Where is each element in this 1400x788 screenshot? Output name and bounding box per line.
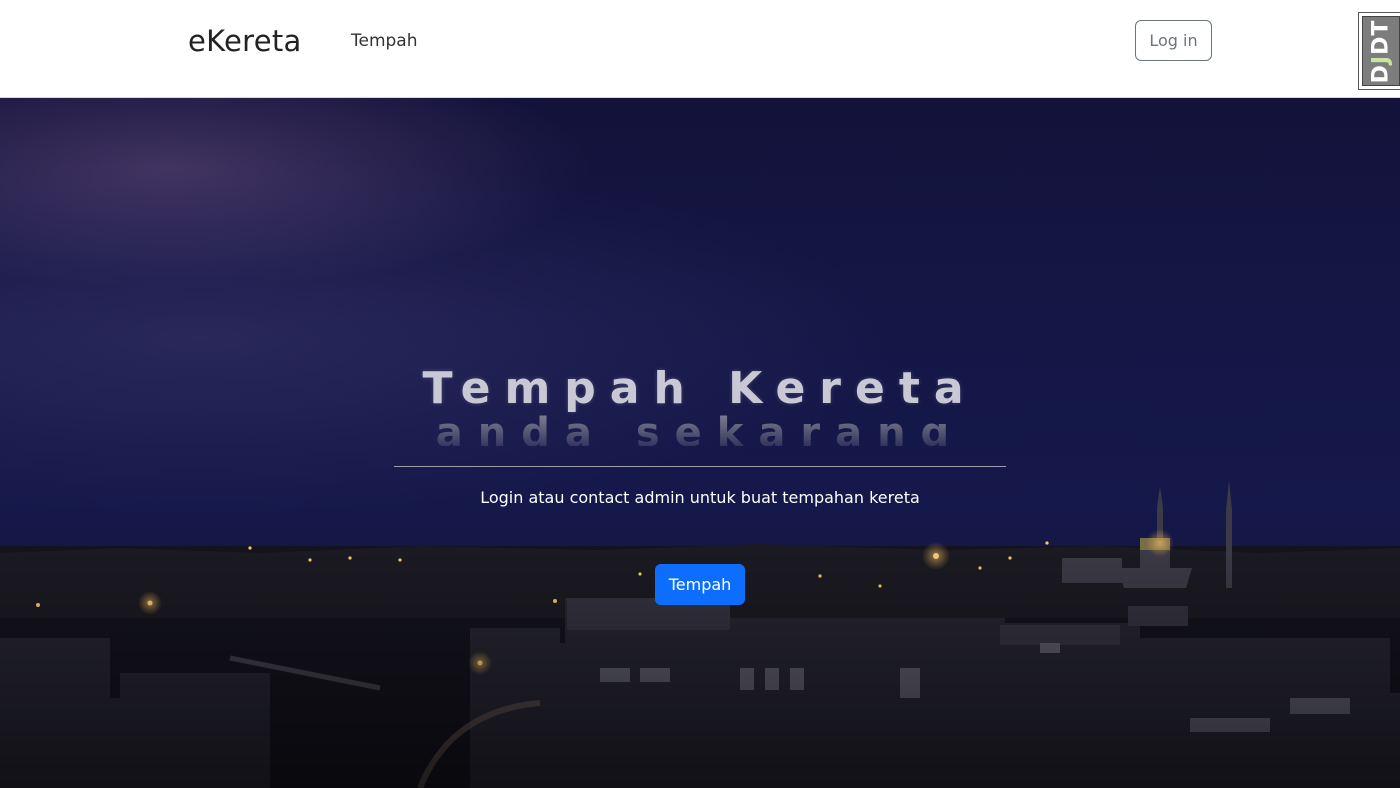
login-button[interactable]: Log in (1135, 20, 1212, 61)
brand-logo-link[interactable]: eKereta (188, 24, 302, 58)
side-badge-logo: DJDT (1362, 16, 1400, 86)
nav-link-tempah[interactable]: Tempah (351, 31, 418, 51)
tempah-cta-button[interactable]: Tempah (655, 564, 745, 605)
hero-title: Tempah Kereta (422, 363, 978, 414)
hero-description: Login atau contact admin untuk buat temp… (480, 488, 920, 507)
hero-divider (394, 466, 1006, 467)
side-badge-widget[interactable]: DJDT (1358, 12, 1400, 90)
hero-section: Tempah Kereta anda sekarang Login atau c… (0, 98, 1400, 788)
side-badge-text: DJDT (1368, 19, 1394, 83)
top-navbar: eKereta Tempah Log in DJDT (0, 0, 1400, 98)
hero-subtitle: anda sekarang (435, 410, 965, 446)
